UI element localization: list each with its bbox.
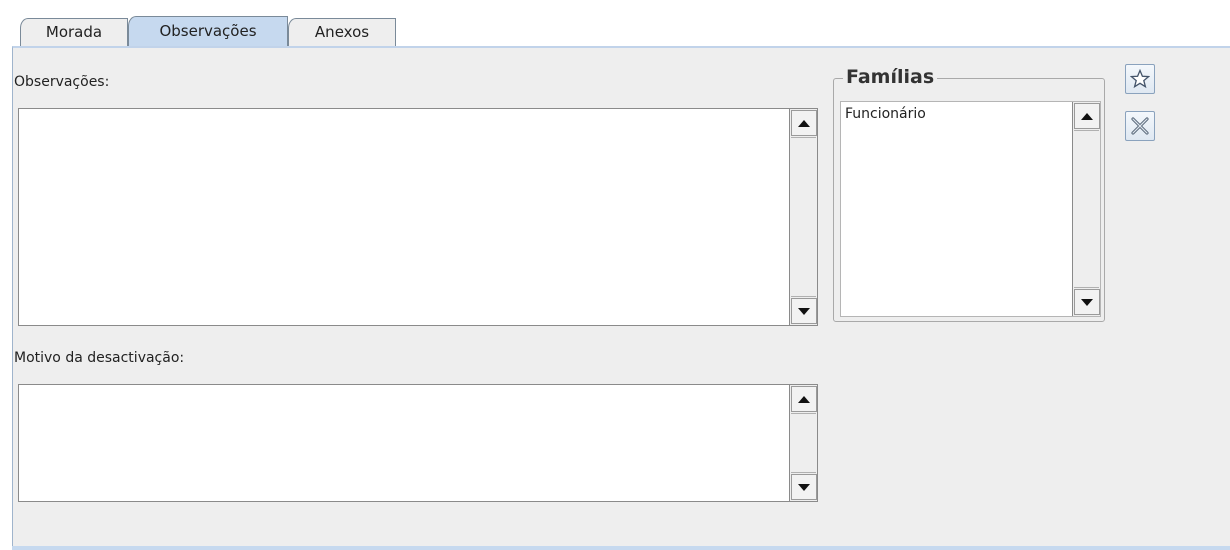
scroll-track[interactable]	[791, 413, 816, 473]
close-x-icon	[1131, 117, 1149, 135]
remove-familia-button[interactable]	[1125, 111, 1155, 141]
scroll-down-button[interactable]	[791, 298, 817, 324]
star-icon	[1130, 69, 1150, 89]
tab-observacoes[interactable]: Observações	[128, 16, 288, 46]
scroll-track[interactable]	[791, 137, 816, 297]
familias-scrollbar[interactable]	[1072, 102, 1100, 316]
tab-morada[interactable]: Morada	[20, 18, 128, 46]
arrow-down-icon	[798, 307, 810, 315]
motivo-label: Motivo da desactivação:	[14, 350, 185, 366]
list-item[interactable]: Funcionário	[845, 106, 926, 122]
tab-strip: Morada Observações Anexos	[0, 0, 1230, 48]
observacoes-scrollbar[interactable]	[789, 109, 817, 325]
tab-anexos[interactable]: Anexos	[288, 18, 396, 46]
familias-list[interactable]: Funcionário	[840, 101, 1101, 317]
add-familia-button[interactable]	[1125, 64, 1155, 94]
scroll-down-button[interactable]	[1074, 289, 1100, 315]
arrow-up-icon	[1081, 112, 1093, 120]
scroll-up-button[interactable]	[791, 110, 817, 136]
familias-title: Famílias	[843, 64, 938, 90]
arrow-up-icon	[798, 119, 810, 127]
panel-bottom-border	[12, 546, 1230, 550]
observacoes-label: Observações:	[14, 74, 110, 90]
motivo-textarea[interactable]	[18, 384, 818, 502]
scroll-up-button[interactable]	[1074, 103, 1100, 129]
scroll-up-button[interactable]	[791, 386, 817, 412]
arrow-down-icon	[1081, 298, 1093, 306]
scroll-track[interactable]	[1074, 130, 1099, 288]
arrow-down-icon	[798, 483, 810, 491]
observacoes-textarea[interactable]	[18, 108, 818, 326]
arrow-up-icon	[798, 395, 810, 403]
motivo-scrollbar[interactable]	[789, 385, 817, 501]
scroll-down-button[interactable]	[791, 474, 817, 500]
